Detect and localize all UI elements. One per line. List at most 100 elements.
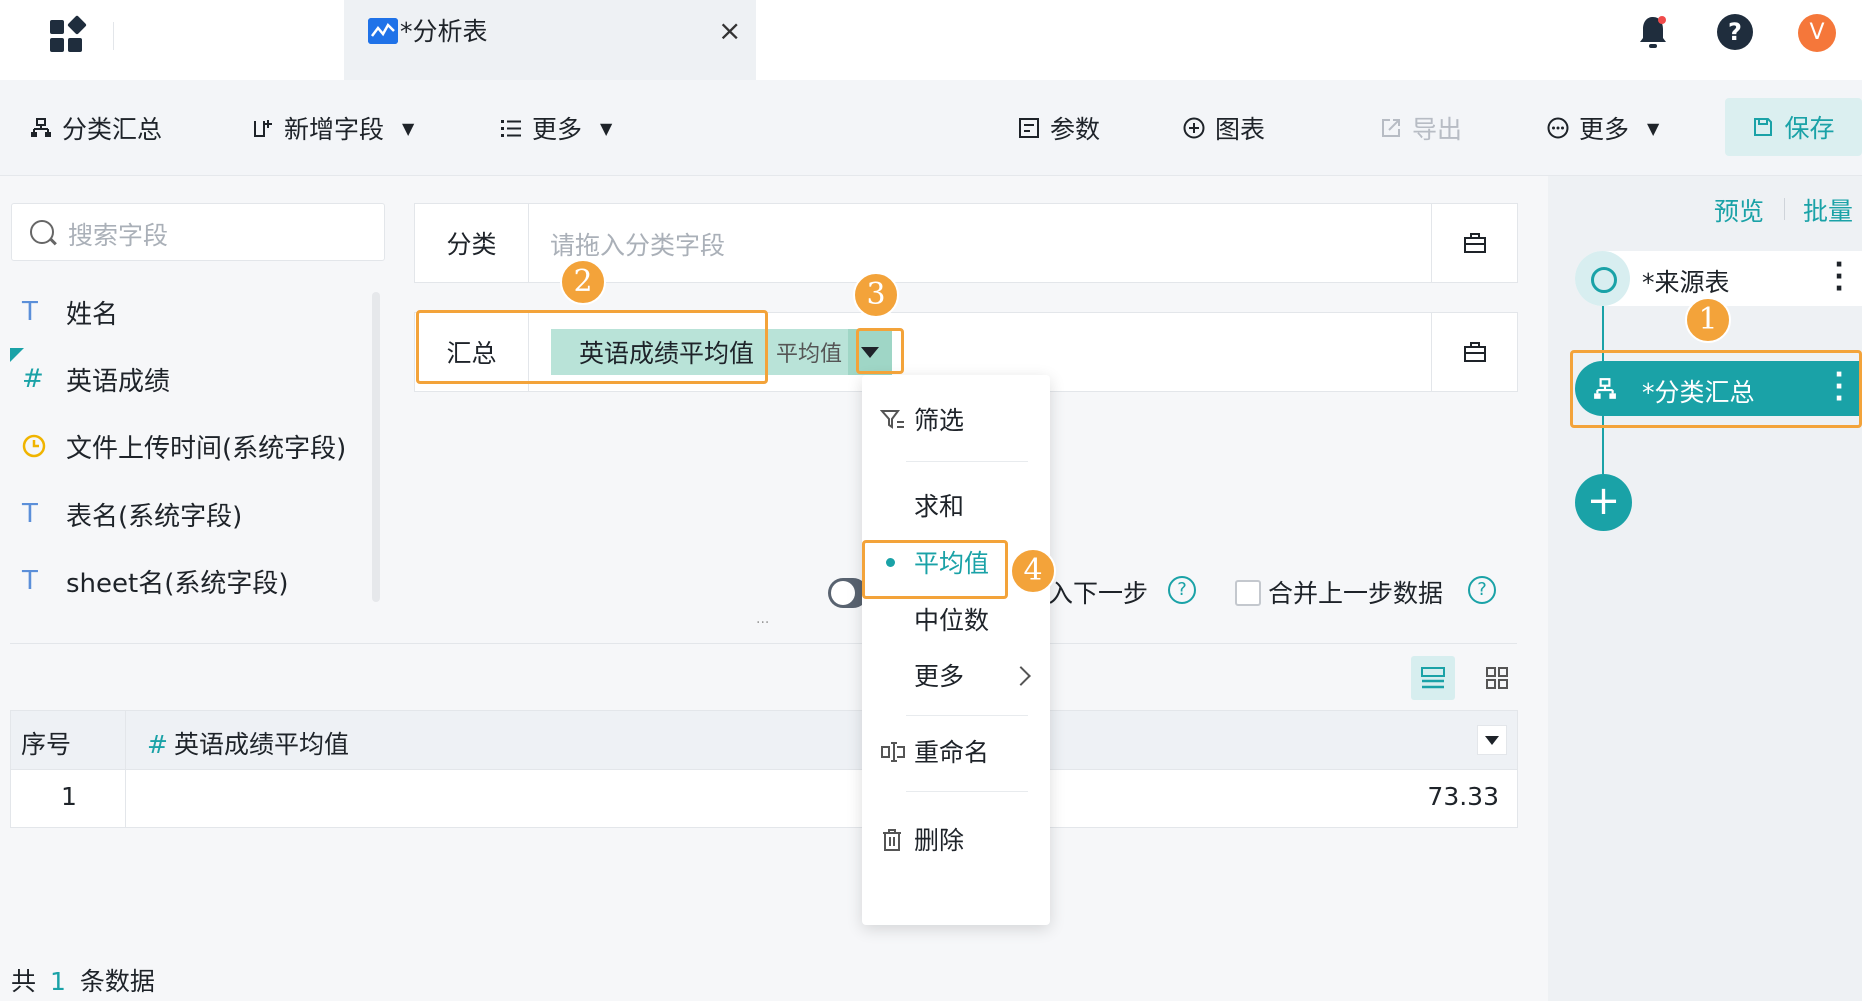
summary-agg-label: 平均值: [776, 342, 843, 367]
aggregation-menu: 筛选 求和 平均值 中位数 更多 重命名 删除: [862, 375, 1050, 925]
group-summary-label: 分类汇总: [62, 115, 163, 144]
avatar[interactable]: V: [1798, 14, 1836, 52]
caret-down-icon: [1485, 735, 1499, 745]
more-left-button[interactable]: 更多 ▼: [500, 108, 612, 148]
bell-icon[interactable]: [1638, 14, 1668, 50]
divider: [906, 461, 1028, 462]
step-badge-1: 1: [1685, 297, 1731, 343]
more-circle-icon: [1547, 117, 1569, 139]
add-field-label: 新增字段: [284, 115, 385, 144]
close-icon[interactable]: ×: [718, 14, 741, 47]
field-item[interactable]: T sheet名(系统字段): [22, 561, 289, 601]
help-circle-icon[interactable]: ?: [1168, 576, 1196, 604]
save-icon: [1754, 118, 1773, 136]
table-header: 序号 # 英语成绩平均值: [10, 710, 1518, 770]
help-icon[interactable]: ?: [1717, 14, 1753, 50]
field-name: 文件上传时间(系统字段): [66, 433, 347, 464]
highlight-box-dropdown: [856, 328, 904, 374]
next-step-label: 入下一步: [1048, 579, 1149, 608]
group-summary-button[interactable]: 分类汇总: [30, 108, 162, 148]
tab-analysis-table[interactable]: *分析表 ×: [344, 0, 756, 80]
search-field[interactable]: 搜索字段: [11, 203, 385, 261]
divider: [906, 715, 1028, 716]
add-column-icon: [254, 120, 272, 137]
column-menu-button[interactable]: [1477, 725, 1507, 755]
selected-corner-icon: [10, 348, 24, 362]
hierarchy-icon: [31, 118, 51, 137]
kebab-menu-icon[interactable]: · · ·: [1834, 252, 1844, 302]
number-type-icon: #: [10, 348, 66, 394]
menu-item-delete[interactable]: 删除: [862, 815, 1050, 863]
column-header-avg[interactable]: # 英语成绩平均值: [147, 725, 349, 761]
more-right-label: 更多: [1579, 115, 1630, 144]
summary-settings[interactable]: [1431, 313, 1517, 391]
filter-icon: [880, 410, 904, 429]
field-item[interactable]: 文件上传时间(系统字段): [22, 426, 346, 466]
list-view-icon: [1421, 667, 1445, 689]
divider: [1784, 198, 1785, 220]
splitter-handle[interactable]: ···: [756, 615, 769, 631]
menu-item-median[interactable]: 中位数: [862, 595, 1050, 643]
apps-grid-icon[interactable]: [50, 15, 87, 54]
params-label: 参数: [1050, 115, 1101, 144]
caret-down-icon: ▼: [600, 118, 613, 138]
source-node-label: *来源表: [1642, 268, 1730, 297]
field-item[interactable]: T 表名(系统字段): [22, 494, 242, 534]
top-bar: *分析表 × ? V: [0, 0, 1862, 80]
count-prefix: 共: [11, 967, 37, 996]
divider: [113, 22, 114, 50]
export-button[interactable]: 导出: [1380, 108, 1462, 148]
field-item[interactable]: T 姓名: [22, 292, 118, 332]
chevron-right-icon: [1011, 666, 1031, 686]
divider: [10, 643, 1517, 644]
menu-item-more[interactable]: 更多: [862, 651, 1050, 699]
count-suffix: 条数据: [79, 967, 155, 996]
field-list-scrollbar[interactable]: [372, 292, 380, 602]
menu-item-sum[interactable]: 求和: [862, 481, 1050, 529]
search-placeholder: 搜索字段: [68, 221, 169, 250]
params-icon: [1019, 118, 1039, 138]
target-icon: [1575, 251, 1630, 306]
grid-view-icon: [1486, 667, 1508, 689]
chart-button[interactable]: 图表: [1183, 108, 1265, 148]
tab-title: *分析表: [400, 17, 488, 46]
field-item[interactable]: # 英语成绩: [10, 348, 171, 399]
search-icon: [30, 220, 54, 244]
toolbox-icon: [1464, 233, 1486, 253]
menu-item-filter[interactable]: 筛选: [862, 395, 1050, 443]
caret-down-icon: ▼: [402, 118, 415, 138]
list-view-button[interactable]: [1411, 656, 1455, 700]
batch-link[interactable]: 批量: [1803, 192, 1853, 228]
grid-view-button[interactable]: [1475, 656, 1519, 700]
add-field-button[interactable]: 新增字段 ▼: [252, 108, 414, 148]
caret-down-icon: ▼: [1647, 118, 1660, 138]
add-circle-icon: [1183, 117, 1205, 139]
divider: [125, 711, 126, 769]
number-type-icon: #: [147, 730, 168, 759]
save-label: 保存: [1784, 114, 1835, 143]
divider: [125, 770, 126, 827]
text-type-icon: T: [22, 297, 38, 327]
category-settings[interactable]: [1431, 204, 1517, 282]
highlight-box-avg: [862, 540, 1008, 599]
step-badge-4: 4: [1010, 548, 1056, 594]
field-name: 英语成绩: [66, 366, 171, 397]
params-button[interactable]: 参数: [1018, 108, 1100, 148]
preview-link[interactable]: 预览: [1714, 192, 1764, 228]
trend-chart-icon: [368, 18, 398, 44]
merge-prev-checkbox[interactable]: [1235, 580, 1261, 606]
trash-icon: [883, 829, 901, 851]
table-row: 1 73.33: [10, 769, 1518, 828]
export-label: 导出: [1412, 115, 1463, 144]
help-circle-icon[interactable]: ?: [1468, 576, 1496, 604]
source-node[interactable]: *来源表 · · ·: [1575, 251, 1862, 306]
category-drop-zone[interactable]: 请拖入分类字段: [550, 226, 725, 262]
step-badge-2: 2: [560, 259, 606, 305]
field-name: sheet名(系统字段): [66, 568, 289, 599]
more-right-button[interactable]: 更多 ▼: [1547, 108, 1659, 148]
menu-item-rename[interactable]: 重命名: [862, 727, 1050, 775]
save-button[interactable]: 保存: [1725, 98, 1862, 156]
rename-icon: [881, 742, 905, 762]
add-step-button[interactable]: +: [1575, 474, 1632, 531]
category-label: 分类: [415, 204, 529, 282]
